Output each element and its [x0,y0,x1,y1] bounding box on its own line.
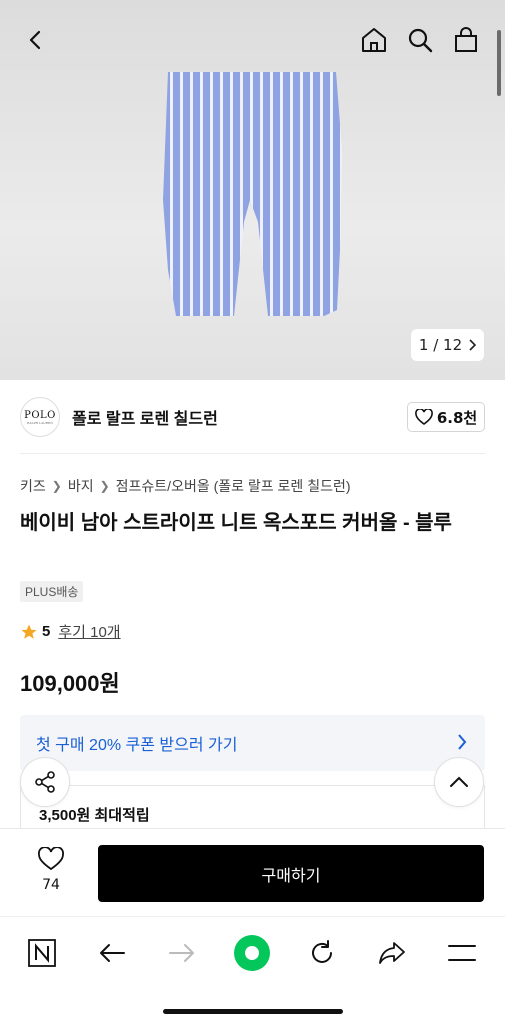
divider [20,453,485,454]
product-price: 109,000원 [20,671,120,696]
green-dot-icon[interactable] [232,933,272,973]
n-icon[interactable] [22,933,62,973]
share-button[interactable] [20,757,70,807]
refresh-icon[interactable] [302,933,342,973]
breadcrumb-item[interactable]: 점프슈트/오버올 (폴로 랄프 로렌 칠드런) [116,476,351,496]
brand-logo-text: POLO [24,409,56,421]
points-label: 3,500원 최대적립 [39,807,150,824]
wishlist-button[interactable]: 74 [28,846,74,893]
heart-icon [414,409,433,425]
brand-logo[interactable]: POLO RALPH LAUREN [20,397,60,437]
coupon-label: 첫 구매 20% 쿠폰 받으러 가기 [36,737,238,754]
purchase-bar: 74 구매하기 [0,828,505,916]
breadcrumb: 키즈 ❯ 바지 ❯ 점프슈트/오버올 (폴로 랄프 로렌 칠드런) [20,476,351,496]
home-icon[interactable] [356,22,392,58]
back-icon[interactable] [18,22,54,58]
chevron-right-icon: ❯ [51,479,62,493]
share-icon [35,771,55,793]
forward-share-icon[interactable] [372,933,412,973]
pager-text: 1 / 12 [418,336,463,354]
brand-logo-subtext: RALPH LAUREN [27,420,53,425]
breadcrumb-item[interactable]: 키즈 [20,476,46,496]
scroll-top-button[interactable] [434,757,484,807]
bag-icon[interactable] [448,22,484,58]
home-indicator [163,1009,343,1014]
brand-row[interactable]: POLO RALPH LAUREN 폴로 랄프 로렌 칠드런 6.8천 [20,395,485,439]
chevron-right-icon: ❯ [99,479,110,493]
wishlist-count: 74 [42,877,60,893]
search-icon[interactable] [402,22,438,58]
rating-score: 5 [42,623,51,640]
star-icon [21,624,37,639]
top-nav [0,18,505,62]
chevron-up-icon [450,776,468,787]
arrow-right-icon[interactable] [162,933,202,973]
menu-icon[interactable] [442,933,482,973]
arrow-left-icon[interactable] [92,933,132,973]
chevron-right-icon [469,339,477,351]
chevron-right-icon [458,734,467,750]
delivery-badge: PLUS배송 [20,581,84,602]
browser-toolbar [0,916,505,1024]
coupon-banner[interactable]: 첫 구매 20% 쿠폰 받으러 가기 [20,715,485,771]
brand-like-count: 6.8천 [436,408,478,427]
review-link[interactable]: 후기 10개 [58,621,120,642]
brand-like-button[interactable]: 6.8천 [407,402,485,432]
rating-row[interactable]: 5 후기 10개 [20,621,121,642]
heart-icon [38,846,64,871]
brand-name[interactable]: 폴로 랄프 로렌 칠드런 [72,405,218,429]
breadcrumb-item[interactable]: 바지 [68,476,94,496]
buy-button[interactable]: 구매하기 [98,845,484,902]
product-image-gallery[interactable]: 1 / 12 [0,0,505,380]
product-title: 베이비 남아 스트라이프 니트 옥스포드 커버올 - 블루 [20,512,452,534]
gallery-pager[interactable]: 1 / 12 [411,329,484,361]
